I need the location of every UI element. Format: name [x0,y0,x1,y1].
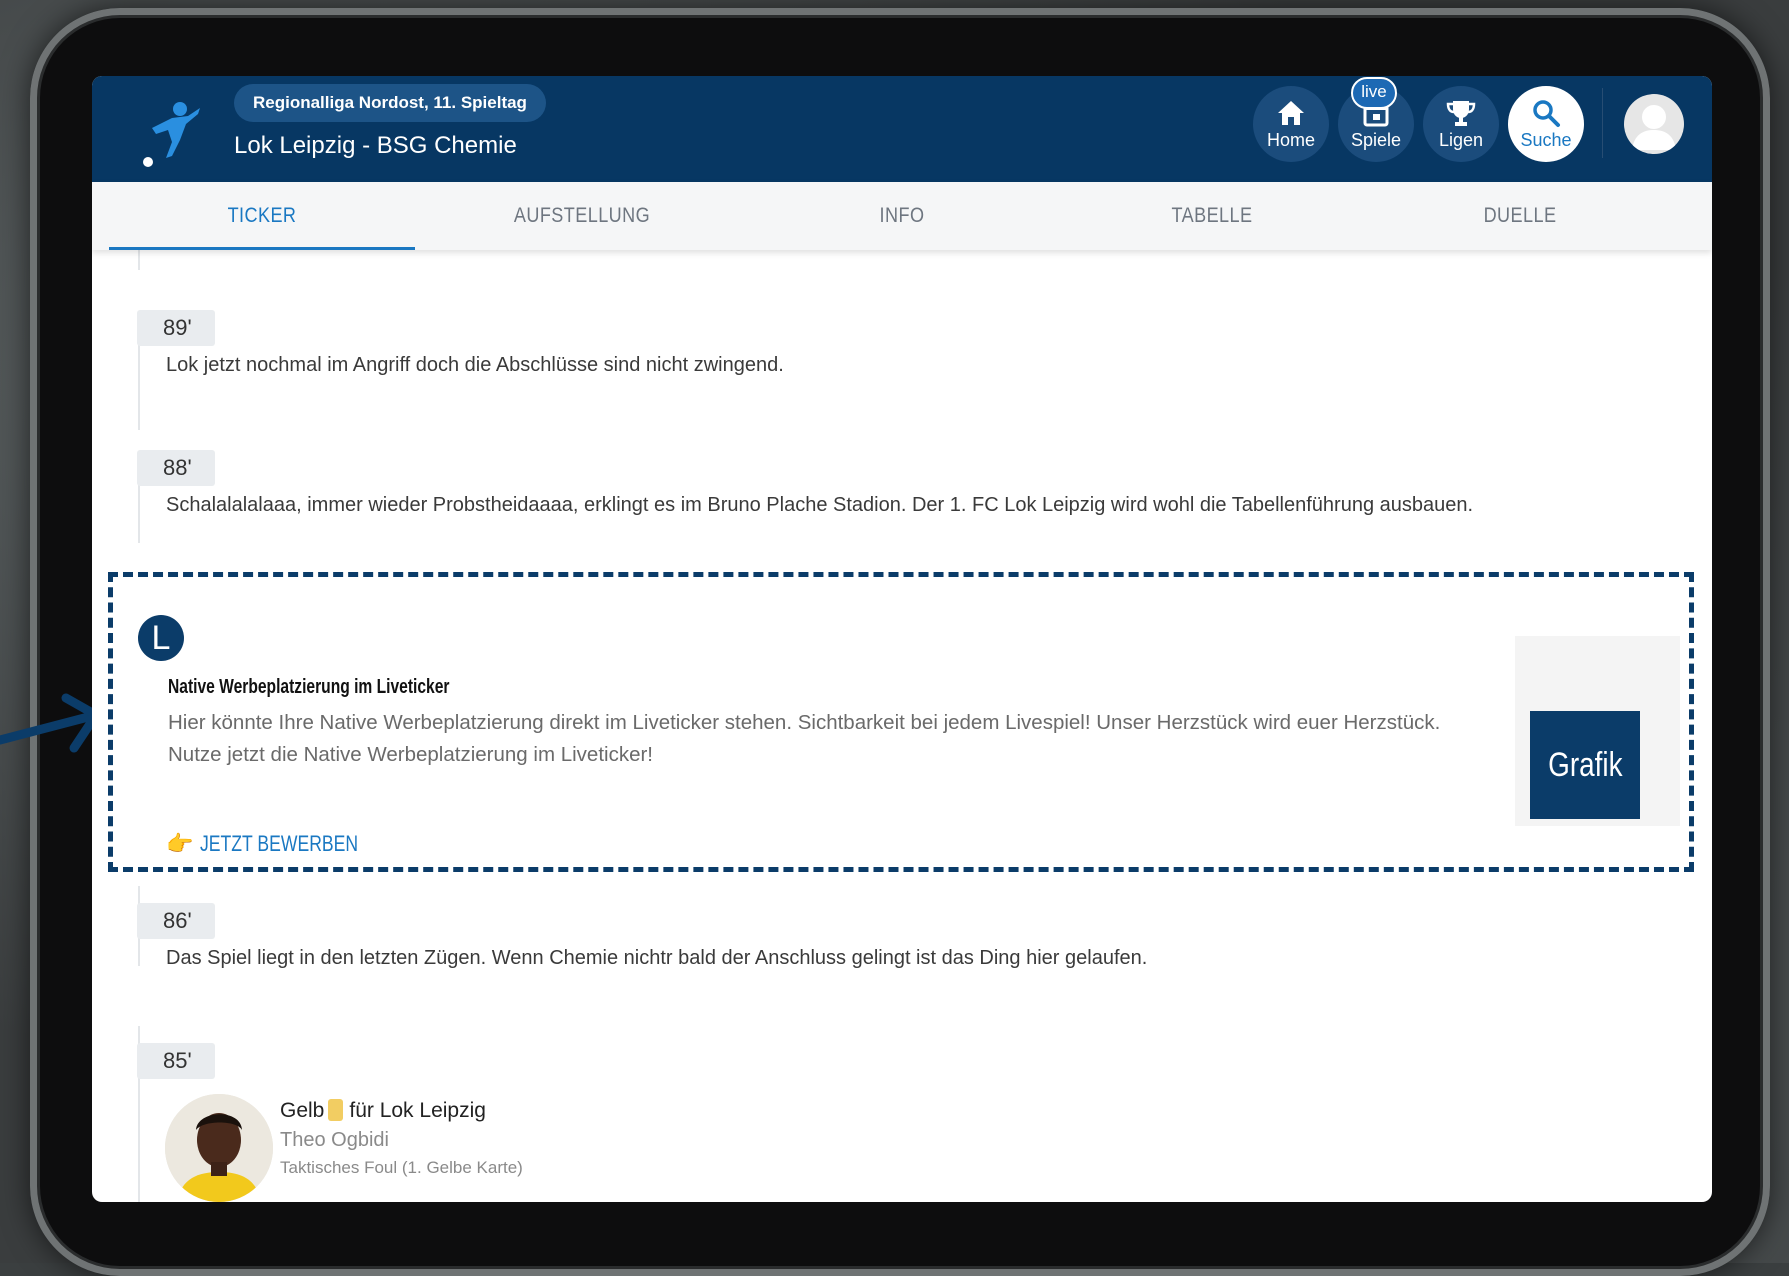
minute-badge: 85' [137,1043,215,1079]
timeline-line [138,250,140,270]
match-title: Lok Leipzig - BSG Chemie [234,132,517,159]
pointing-hand-icon: 👉 [166,831,194,856]
tab-ticker[interactable]: TICKER [130,182,393,250]
minute-badge: 88' [137,450,215,486]
tab-tabelle[interactable]: TABELLE [1083,182,1341,250]
trophy-icon [1446,101,1476,126]
active-tab-indicator [109,247,415,250]
search-icon [1533,100,1560,127]
nav-suche-button[interactable]: Suche [1508,86,1584,162]
live-badge: live [1351,77,1397,109]
nav-home-button[interactable]: Home [1253,86,1329,162]
ticker-text: Schalalalalaaa, immer wieder Probstheida… [166,494,1474,516]
tab-info[interactable]: INFO [773,182,1031,250]
card-detail: Taktisches Foul (1. Gelbe Karte) [280,1158,523,1177]
nav-suche-label: Suche [1520,130,1572,150]
liga-badge-icon: L [138,615,184,661]
league-label: Regionalliga Nordost, 11. Spieltag [234,84,546,122]
card-team: für Lok Leipzig [349,1099,486,1122]
user-avatar[interactable] [1624,94,1684,154]
minute-badge: 89' [137,310,215,346]
player-photo[interactable] [165,1094,273,1202]
card-label: Gelb [280,1099,325,1122]
card-event-title: Gelb für Lok Leipzig [280,1099,486,1123]
tab-aufstellung[interactable]: AUFSTELLUNG [453,182,711,250]
ticker-text: Lok jetzt nochmal im Angriff doch die Ab… [166,354,784,376]
ad-title: Native Werbeplatzierung im Liveticker [168,676,450,698]
ad-graphic-placeholder: Grafik [1530,711,1640,819]
yellow-card-icon [328,1099,344,1121]
player-portrait-icon [165,1094,273,1202]
apply-now-label: JETZT BEWERBEN [199,831,358,856]
tab-duelle[interactable]: DUELLE [1391,182,1649,250]
top-bar: Regionalliga Nordost, 11. Spieltag Lok L… [92,76,1712,182]
header-divider [1602,88,1603,158]
soccer-player-logo-icon [143,102,200,167]
ad-graphic-label: Grafik [1547,746,1623,784]
nav-ligen-button[interactable]: Ligen [1423,86,1499,162]
nav-ligen-label: Ligen [1438,130,1484,150]
user-icon [1632,105,1676,150]
nav-spiele-label: Spiele [1350,130,1402,150]
ticker-text: Das Spiel liegt in den letzten Zügen. We… [166,947,1148,969]
tab-bar: TICKER AUFSTELLUNG INFO TABELLE DUELLE [92,182,1712,250]
ad-text: Hier könnte Ihre Native Werbeplatzierung… [168,711,1441,766]
minute-badge: 86' [137,903,215,939]
apply-now-link[interactable]: 👉 JETZT BEWERBEN [166,831,397,857]
player-name[interactable]: Theo Ogbidi [280,1129,389,1152]
home-icon [1278,101,1304,125]
nav-home-label: Home [1266,130,1315,150]
